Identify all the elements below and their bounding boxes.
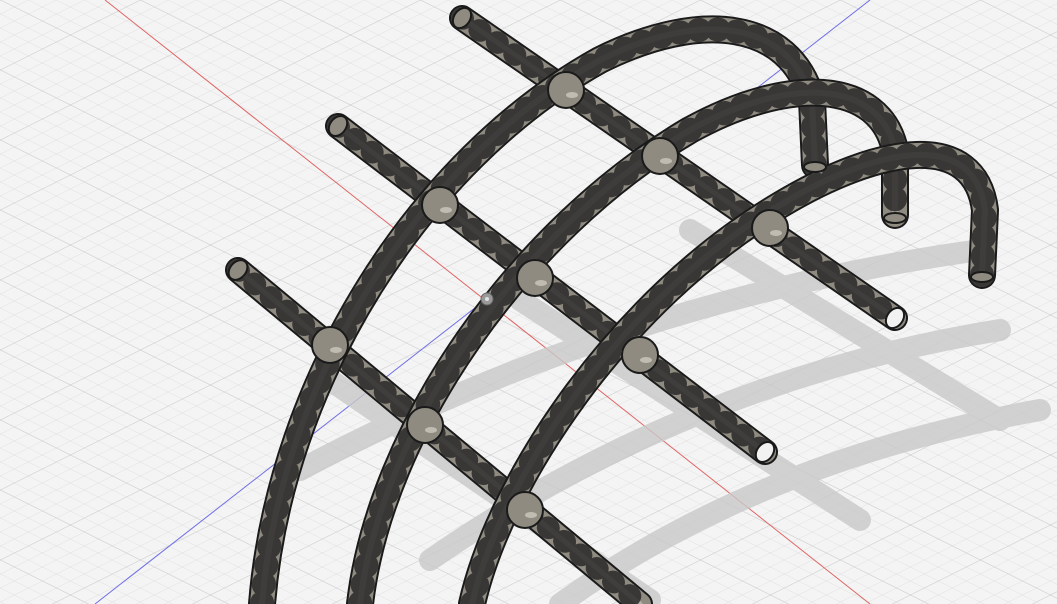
origin-point-icon[interactable] <box>480 292 494 306</box>
3d-viewport-canvas[interactable] <box>0 0 1057 604</box>
